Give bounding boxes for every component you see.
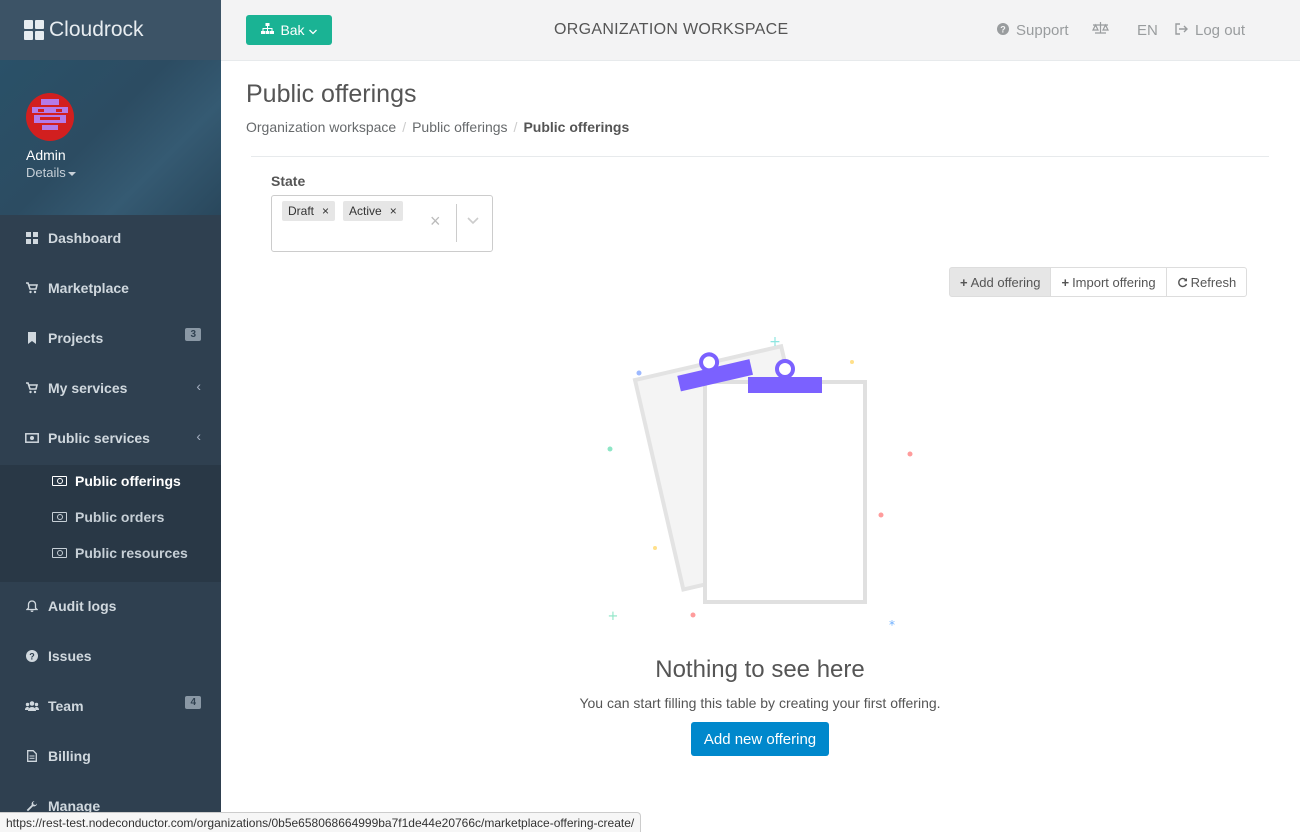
svg-text:+: + <box>769 334 781 350</box>
sidebar-item-dashboard[interactable]: Dashboard <box>0 213 221 263</box>
sidebar-item-label: Projects <box>48 330 104 346</box>
logo-grid-icon <box>24 20 44 40</box>
sidebar-item-label: Audit logs <box>48 598 117 614</box>
wrench-icon <box>25 799 39 813</box>
sidebar-subitem-label: Public offerings <box>75 473 181 489</box>
money-icon <box>25 431 39 445</box>
filter-tag-active: Active × <box>343 201 403 221</box>
state-filter-label: State <box>271 173 306 189</box>
question-icon: ? <box>997 23 1009 38</box>
workspace-title: ORGANIZATION WORKSPACE <box>554 21 789 38</box>
filter-tag-draft: Draft × <box>282 201 336 221</box>
sidebar-item-label: Billing <box>48 748 91 764</box>
sign-out-icon <box>1175 23 1188 38</box>
empty-state-subtitle-text: You can start filling this table by crea… <box>579 695 941 711</box>
profile-details-label: Details <box>26 165 66 180</box>
sidebar-item-label: Marketplace <box>48 280 129 296</box>
profile-details-toggle[interactable]: Details <box>26 165 221 180</box>
chevron-left-icon: ‹ <box>196 378 201 394</box>
sidebar-subitem-public-orders[interactable]: Public orders <box>52 505 164 529</box>
add-offering-label: Add offering <box>970 274 1041 290</box>
svg-text:?: ? <box>1000 24 1006 34</box>
sidebar-item-marketplace[interactable]: Marketplace <box>0 263 221 313</box>
plus-icon: + <box>960 274 968 290</box>
sidebar-item-public-services[interactable]: Public services ‹ <box>0 413 221 463</box>
file-icon <box>25 749 39 763</box>
import-offering-label: Import offering <box>1072 274 1156 290</box>
logout-link[interactable]: Log out <box>1175 22 1245 39</box>
refresh-button[interactable]: Refresh <box>1165 267 1248 297</box>
sidebar-subitem-public-resources[interactable]: Public resources <box>52 541 188 565</box>
filter-tag-label: Draft <box>288 204 315 218</box>
sidebar-item-billing[interactable]: Billing <box>0 731 221 781</box>
sidebar-item-label: Public services <box>48 430 150 446</box>
plus-icon: + <box>1061 274 1070 290</box>
brand-logo[interactable]: Cloudrock <box>0 0 221 60</box>
table-actions: + Add offering + Import offering Refresh <box>949 267 1248 297</box>
clear-selection-icon[interactable]: × <box>430 211 441 232</box>
breadcrumb-item[interactable]: Public offerings <box>412 119 507 135</box>
state-filter-select[interactable]: Draft × Active × × <box>271 195 493 252</box>
dashboard-icon <box>25 231 39 245</box>
organization-selector-button[interactable]: Bak <box>246 15 332 45</box>
chevron-left-icon: ‹ <box>196 428 201 444</box>
sidebar-item-label: My services <box>48 380 128 396</box>
money-icon <box>52 548 67 558</box>
empty-state-subtitle: You can start filling this table by crea… <box>0 695 1300 711</box>
projects-count-badge: 3 <box>185 328 201 341</box>
support-link[interactable]: ? Support <box>997 22 1069 39</box>
empty-state-title-text: Nothing to see here <box>655 656 865 683</box>
add-offering-button[interactable]: + Add offering <box>949 267 1052 297</box>
chevron-down-icon <box>308 22 317 38</box>
support-label: Support <box>1016 22 1069 39</box>
chevron-down-icon[interactable] <box>467 213 479 225</box>
public-services-submenu: Public offerings Public orders Public re… <box>0 465 221 582</box>
logout-label: Log out <box>1195 22 1246 39</box>
breadcrumb-current: Public offerings <box>523 119 630 135</box>
app-name: Cloudrock <box>49 18 144 41</box>
empty-state-title: Nothing to see here <box>0 656 1300 684</box>
refresh-icon <box>1177 277 1188 288</box>
language-selector[interactable]: EN <box>1137 22 1158 39</box>
caret-down-icon <box>67 171 76 176</box>
status-bar-url: https://rest-test.nodeconductor.com/orga… <box>0 812 642 832</box>
balance-scale-icon[interactable] <box>1092 22 1109 35</box>
sidebar-subitem-public-offerings[interactable]: Public offerings <box>52 469 181 493</box>
money-icon <box>52 476 67 486</box>
divider <box>251 156 1269 157</box>
cart-icon <box>25 281 39 295</box>
sidebar-subitem-label: Public resources <box>75 545 188 561</box>
sidebar-item-label: Dashboard <box>48 230 122 246</box>
breadcrumb-separator: / <box>402 119 407 135</box>
breadcrumb: Organization workspace / Public offering… <box>246 119 629 135</box>
sidebar-item-my-services[interactable]: My services ‹ <box>0 363 221 413</box>
svg-text:*: * <box>889 618 895 630</box>
breadcrumb-item[interactable]: Organization workspace <box>246 119 396 135</box>
profile-name: Admin <box>26 147 66 163</box>
import-offering-button[interactable]: + Import offering <box>1050 267 1167 297</box>
sidebar-subitem-label: Public orders <box>75 509 165 525</box>
sidebar-item-projects[interactable]: Projects 3 <box>0 313 221 363</box>
cart-icon <box>25 381 39 395</box>
empty-clipboards-illustration: + + * <box>607 334 913 630</box>
sitemap-icon <box>261 23 275 37</box>
remove-tag-icon[interactable]: × <box>390 204 397 218</box>
breadcrumb-separator: / <box>513 119 518 135</box>
money-icon <box>52 512 67 522</box>
top-navbar: Bak ORGANIZATION WORKSPACE ? Support EN … <box>221 0 1300 61</box>
sidebar-item-audit-logs[interactable]: Audit logs <box>0 581 221 631</box>
svg-text:+: + <box>608 609 619 624</box>
filter-tag-label: Active <box>349 204 382 218</box>
page-title: Public offerings <box>246 80 417 108</box>
bell-icon <box>25 599 39 613</box>
refresh-label: Refresh <box>1190 274 1237 290</box>
avatar[interactable] <box>26 93 74 141</box>
add-new-offering-button[interactable]: Add new offering <box>691 722 829 756</box>
select-divider <box>456 204 457 242</box>
bookmark-icon <box>25 331 39 345</box>
remove-tag-icon[interactable]: × <box>322 204 329 218</box>
user-profile: Admin Details <box>0 60 221 215</box>
organization-name: Bak <box>280 22 305 38</box>
